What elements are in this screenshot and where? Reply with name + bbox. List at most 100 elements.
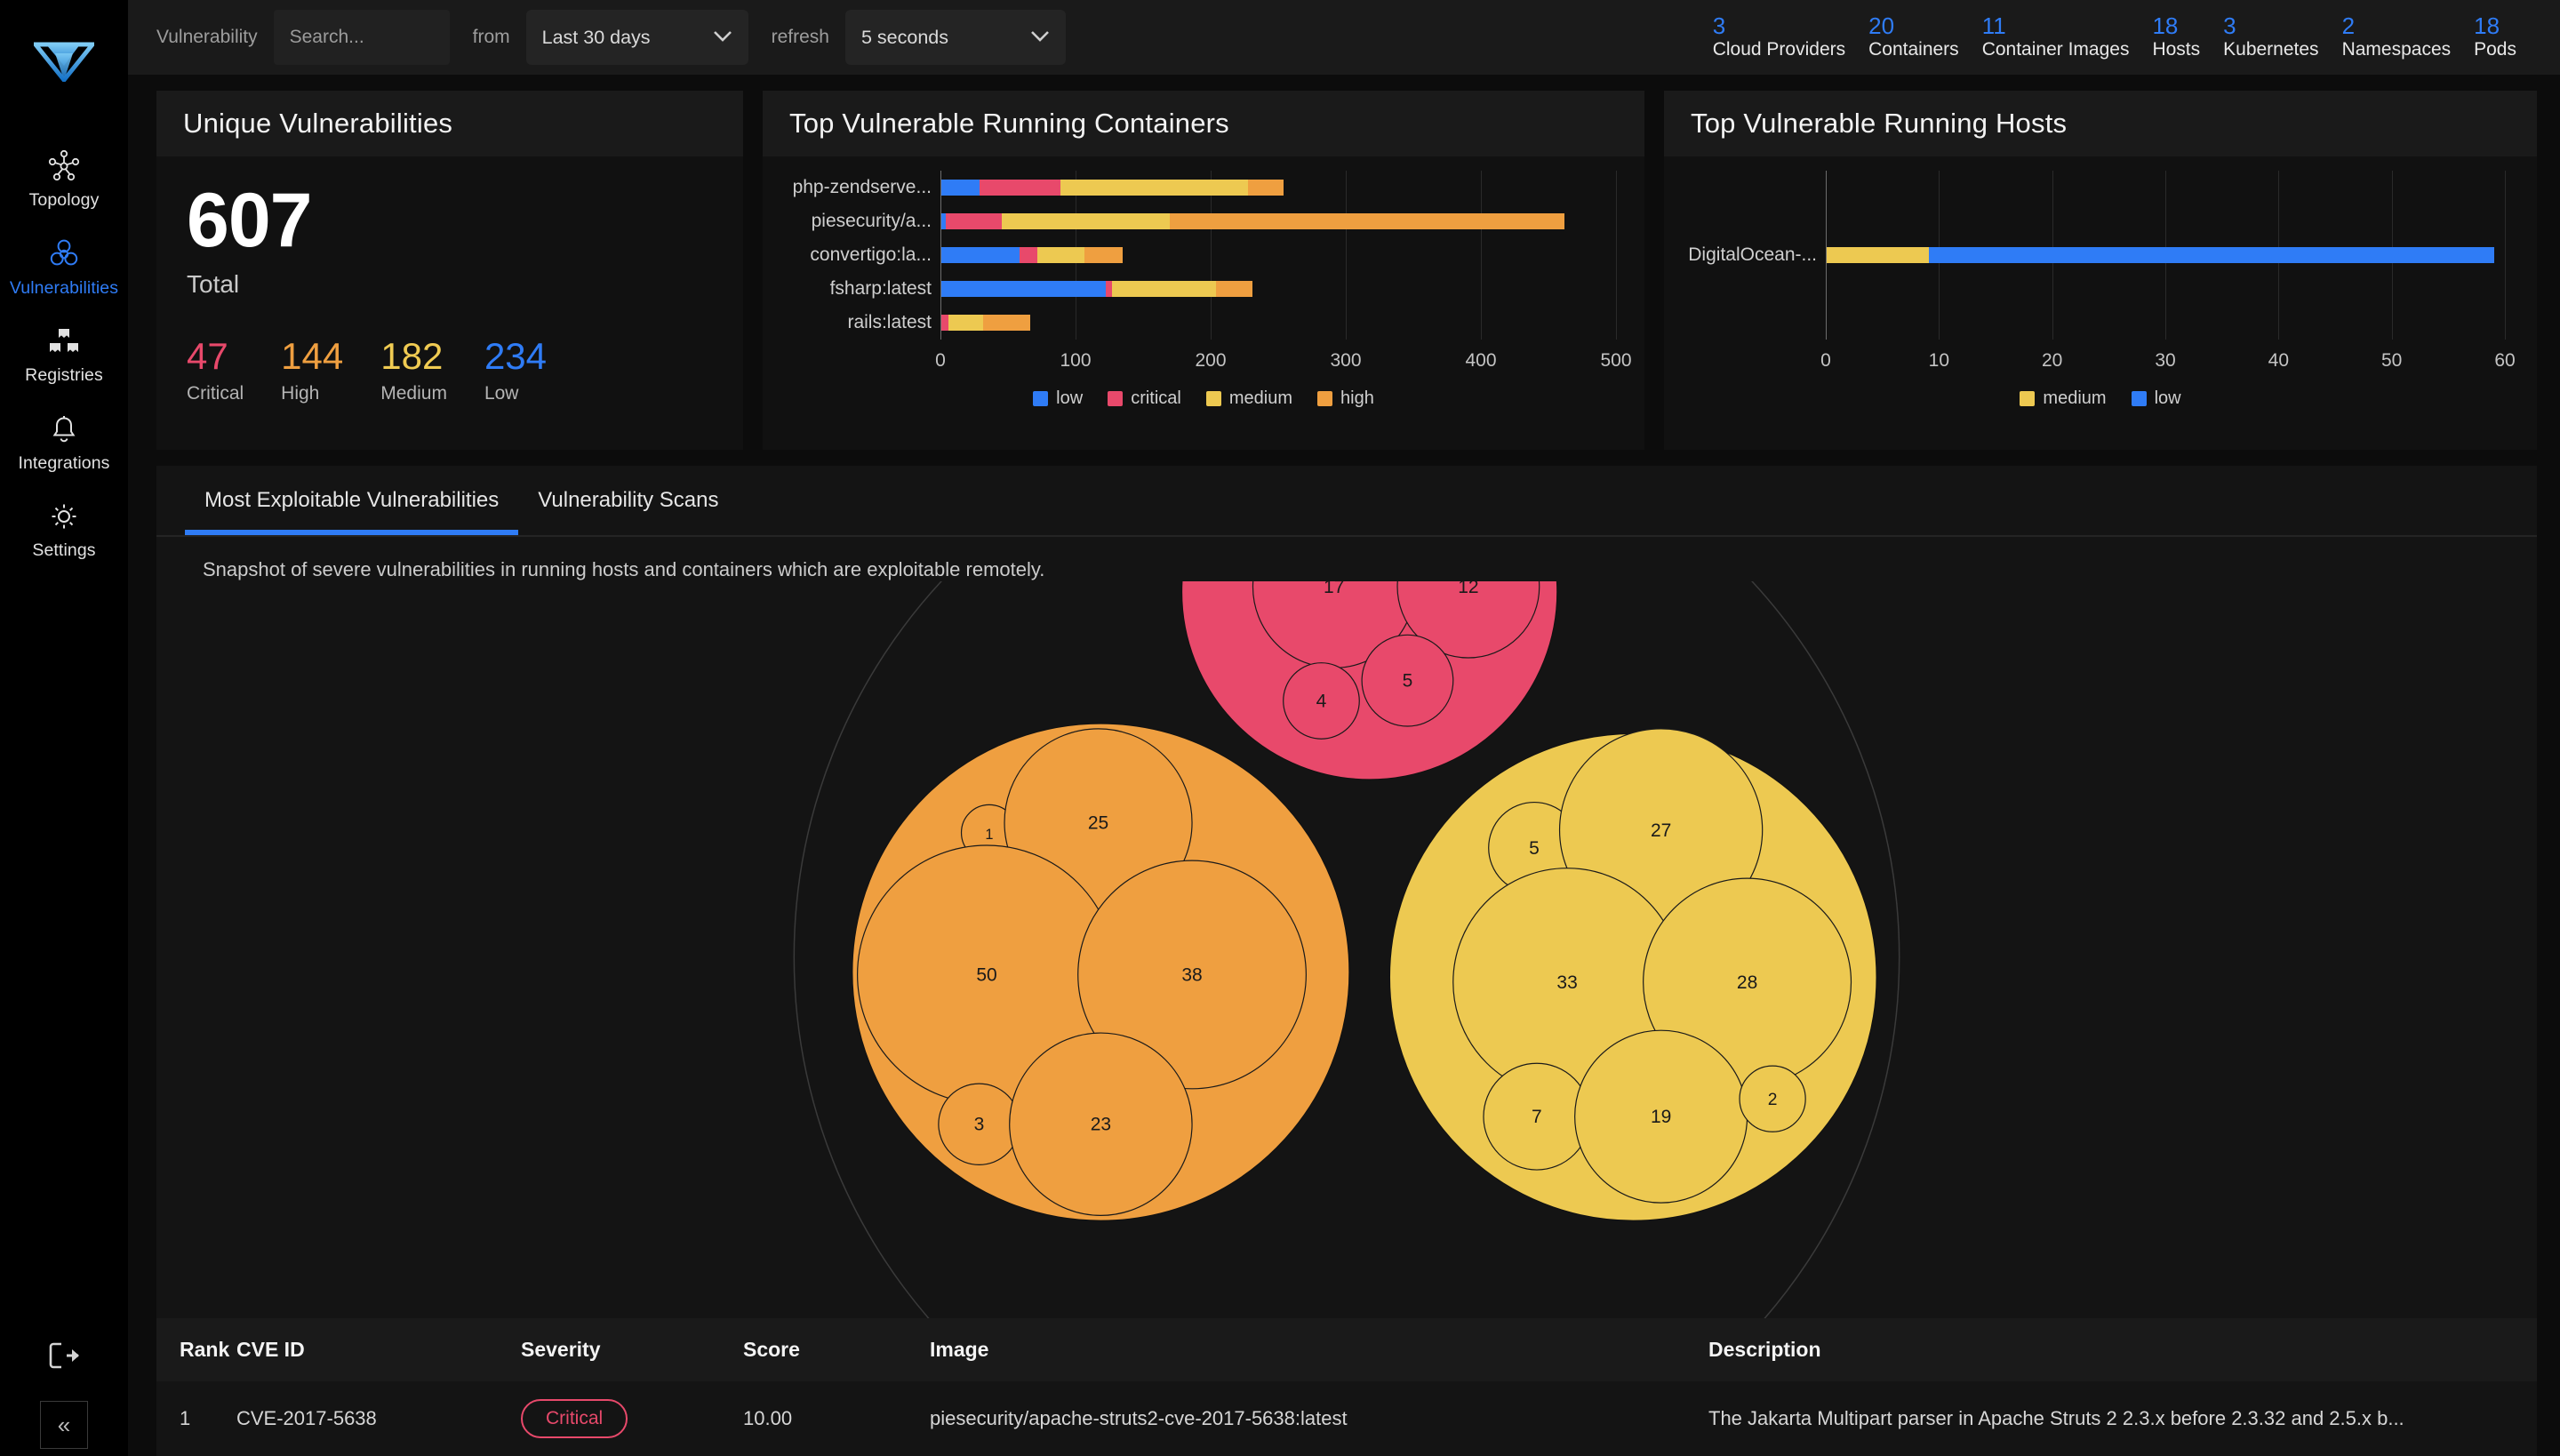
bar-segment-medium[interactable] <box>948 315 984 331</box>
time-range-select[interactable]: Last 30 days <box>525 10 748 65</box>
legend-swatch <box>1033 391 1049 406</box>
column-header-description[interactable]: Description <box>1685 1318 2537 1381</box>
sidebar-item-label: Topology <box>28 190 100 210</box>
column-header-image[interactable]: Image <box>930 1318 1685 1381</box>
bar-segment-low[interactable] <box>1928 247 2495 263</box>
grid-line <box>2505 171 2506 340</box>
bar-segment-high[interactable] <box>1248 180 1284 196</box>
bar-segment-critical[interactable] <box>1020 247 1037 263</box>
collapse-sidebar-button[interactable]: « <box>40 1401 88 1449</box>
tab-most-exploitable-vulnerabilities[interactable]: Most Exploitable Vulnerabilities <box>185 466 519 535</box>
stat-hosts[interactable]: 18 Hosts <box>2140 12 2212 60</box>
bar-row[interactable] <box>941 180 1284 196</box>
bar-segment-medium[interactable] <box>1002 213 1170 229</box>
bubble-value-label: 2 <box>1768 1091 1778 1109</box>
severity-low[interactable]: 234 Low <box>484 337 547 404</box>
bubble-chart[interactable]: 17171245125503832352733287192 <box>156 404 2537 1456</box>
severity-breakdown: 47 Critical 144 High 182 Medium 234 Low <box>187 337 743 404</box>
bar-segment-low[interactable] <box>941 281 1107 297</box>
chart-title: Top Vulnerable Running Containers <box>789 108 1229 139</box>
bar-segment-critical[interactable] <box>941 315 948 331</box>
grid-line <box>1616 171 1617 340</box>
y-axis-tick-label: DigitalOcean-... <box>1688 244 1817 265</box>
sidebar-item-vulnerabilities[interactable]: Vulnerabilities <box>0 222 128 310</box>
stat-container-images[interactable]: 11 Container Images <box>1971 13 2141 60</box>
stat-value: 18 <box>2152 12 2179 39</box>
bar-segment-medium[interactable] <box>1827 247 1929 263</box>
bar-row[interactable] <box>1827 247 2495 263</box>
sidebar-item-label: Registries <box>25 365 103 385</box>
x-axis-tick-label: 50 <box>2380 350 2403 371</box>
bar-segment-high[interactable] <box>1215 281 1252 297</box>
chart-legend: medium low <box>1664 388 2537 409</box>
x-axis-tick-label: 0 <box>1820 350 1831 371</box>
bubble-value-label: 38 <box>1181 964 1202 985</box>
severity-critical[interactable]: 47 Critical <box>187 337 244 404</box>
y-axis-tick-label: piesecurity/a... <box>811 211 932 231</box>
column-header-severity[interactable]: Severity <box>521 1318 743 1381</box>
sidebar-item-settings[interactable]: Settings <box>0 484 128 572</box>
bar-row[interactable] <box>941 247 1123 263</box>
cell-cve-id: CVE-2017-5638 <box>236 1407 377 1429</box>
legend-item-medium[interactable]: medium <box>2020 388 2107 409</box>
bar-segment-low[interactable] <box>941 247 1020 263</box>
x-axis-tick-label: 0 <box>935 350 946 371</box>
legend-item-medium[interactable]: medium <box>1205 388 1292 409</box>
bar-row[interactable] <box>941 315 1031 331</box>
bar-segment-medium[interactable] <box>1111 281 1216 297</box>
bar-segment-critical[interactable] <box>945 213 1003 229</box>
bubble-cluster-critical[interactable]: 17171245 <box>1181 404 1558 780</box>
stat-value: 18 <box>2474 12 2500 39</box>
bar-segment-high[interactable] <box>983 315 1031 331</box>
bar-segment-critical[interactable] <box>979 180 1060 196</box>
stat-label: Hosts <box>2152 39 2201 60</box>
severity-medium[interactable]: 182 Medium <box>380 337 447 404</box>
unique-vulnerabilities-card: Unique Vulnerabilities 607 Total 47 Crit… <box>156 91 743 450</box>
snapshot-description: Snapshot of severe vulnerabilities in ru… <box>203 558 1045 580</box>
stat-kubernetes[interactable]: 3 Kubernetes <box>2212 13 2330 60</box>
bar-segment-high[interactable] <box>1084 247 1123 263</box>
bar-segment-low[interactable] <box>941 180 980 196</box>
biohazard-icon <box>46 236 82 272</box>
x-axis-tick-label: 10 <box>1928 350 1950 371</box>
legend-item-low[interactable]: low <box>1033 388 1083 409</box>
exploitable-section: Most Exploitable Vulnerabilities Vulnera… <box>156 404 2537 1456</box>
cell-image: piesecurity/apache-struts2-cve-2017-5638… <box>930 1407 1348 1429</box>
bubble-cluster-medium[interactable]: 5 27 33 28 7 19 2 <box>1388 728 1877 1221</box>
bubble-value-label: 50 <box>976 964 996 985</box>
stat-containers[interactable]: 20 Containers <box>1857 12 1971 60</box>
stat-pods[interactable]: 18 Pods <box>2462 12 2528 60</box>
column-header-cve-id[interactable]: CVE ID <box>236 1318 521 1381</box>
bubble-value-label: 5 <box>1403 671 1413 692</box>
sidebar-item-registries[interactable]: Registries <box>0 309 128 397</box>
stat-namespaces[interactable]: 2 Namespaces <box>2331 13 2463 60</box>
logout-icon[interactable] <box>45 1340 83 1376</box>
severity-label: High <box>281 382 320 404</box>
bar-row[interactable] <box>941 213 1564 229</box>
column-header-score[interactable]: Score <box>743 1318 930 1381</box>
x-axis-tick-label: 300 <box>1330 350 1362 371</box>
tab-vulnerability-scans[interactable]: Vulnerability Scans <box>518 466 738 535</box>
bar-row[interactable] <box>941 281 1252 297</box>
search-input[interactable] <box>273 10 450 65</box>
bar-segment-medium[interactable] <box>1060 180 1248 196</box>
y-axis-tick-label: rails:latest <box>847 312 932 332</box>
legend-item-low[interactable]: low <box>2131 388 2181 409</box>
legend-item-high[interactable]: high <box>1317 388 1374 409</box>
stat-cloud-providers[interactable]: 3 Cloud Providers <box>1701 13 1857 60</box>
bar-segment-medium[interactable] <box>1036 247 1085 263</box>
severity-high[interactable]: 144 High <box>281 337 343 404</box>
bubble-cluster-high[interactable]: 1 25 50 38 3 23 <box>852 723 1350 1221</box>
containers-bar-chart[interactable]: php-zendserve... piesecurity/a... converti… <box>763 156 1644 450</box>
y-axis-tick-label: php-zendserve... <box>792 177 932 197</box>
deepfence-logo[interactable] <box>30 41 98 86</box>
column-header-rank[interactable]: Rank <box>156 1318 236 1381</box>
bar-segment-high[interactable] <box>1169 213 1564 229</box>
legend-item-critical[interactable]: critical <box>1108 388 1181 409</box>
refresh-interval-select[interactable]: 5 seconds <box>844 10 1066 65</box>
table-row[interactable]: 1 CVE-2017-5638 Critical 10.00 piesecuri… <box>156 1381 2537 1456</box>
stat-value: 20 <box>1868 12 1895 39</box>
sidebar-item-topology[interactable]: Topology <box>0 134 128 222</box>
hosts-bar-chart[interactable]: DigitalOcean-... 0 10 20 30 40 50 60 medium low <box>1664 156 2537 450</box>
sidebar-item-integrations[interactable]: Integrations <box>0 397 128 485</box>
